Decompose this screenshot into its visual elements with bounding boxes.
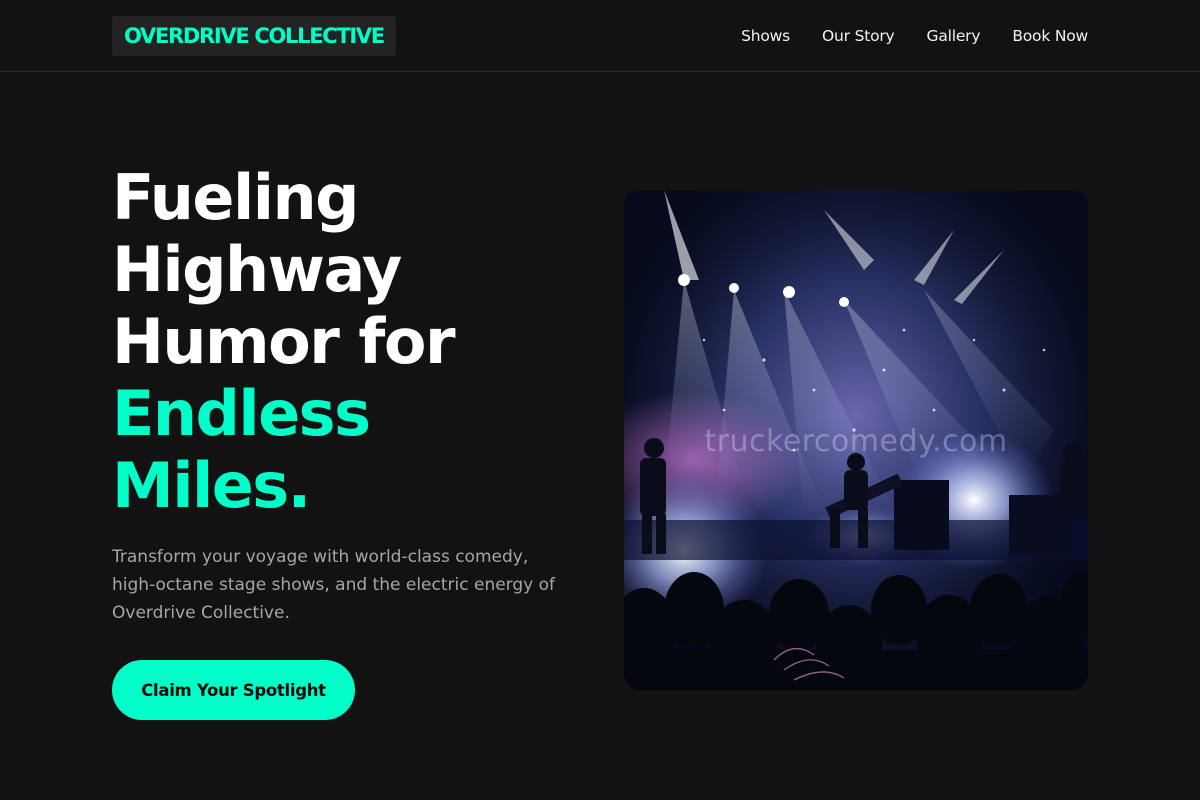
hero-title: Fueling Highway Humor for Endless Miles. [112, 162, 612, 522]
site-header: OVERDRIVE COLLECTIVE Shows Our Story Gal… [0, 0, 1200, 72]
hero-title-accent-line: Miles. [112, 449, 311, 522]
hero-subtitle: Transform your voyage with world-class c… [112, 543, 572, 627]
hero-subtitle-line: high-octane stage shows, and the electri… [112, 575, 556, 595]
concert-stage-image: truckercomedy.com [624, 190, 1088, 690]
main-nav: Shows Our Story Gallery Book Now [741, 0, 1088, 72]
hero-subtitle-line: Transform your voyage with world-class c… [112, 547, 529, 567]
claim-spotlight-button[interactable]: Claim Your Spotlight [112, 660, 355, 720]
nav-link-book-now[interactable]: Book Now [1012, 27, 1088, 45]
hero-subtitle-line: Overdrive Collective. [112, 603, 290, 623]
nav-link-gallery[interactable]: Gallery [927, 27, 981, 45]
nav-link-our-story[interactable]: Our Story [822, 27, 895, 45]
hero-title-line: Highway [112, 233, 402, 306]
image-watermark: truckercomedy.com [704, 424, 1008, 459]
hero-title-line: Humor for [112, 305, 456, 378]
logo[interactable]: OVERDRIVE COLLECTIVE [112, 16, 396, 56]
hero-title-accent-line: Endless [112, 377, 371, 450]
nav-link-shows[interactable]: Shows [741, 27, 790, 45]
hero-title-line: Fueling [112, 161, 359, 234]
